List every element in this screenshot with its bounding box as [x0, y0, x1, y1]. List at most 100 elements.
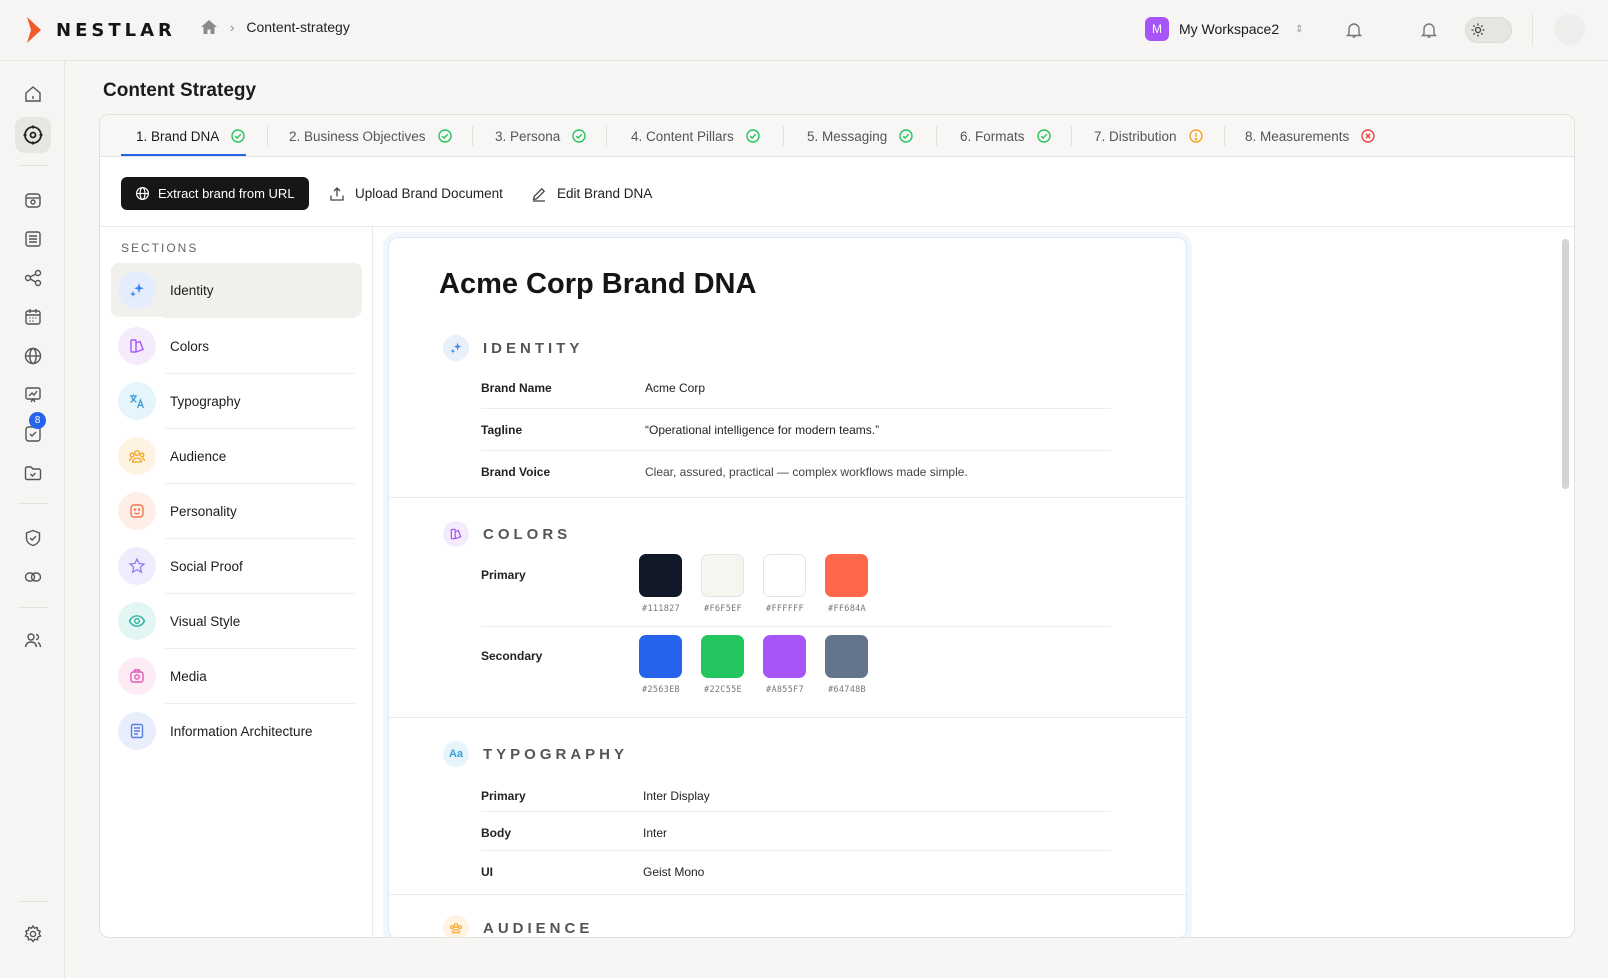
divider — [606, 126, 607, 146]
rail-home[interactable] — [15, 76, 51, 112]
section-title: COLORS — [483, 525, 572, 543]
tab-messaging[interactable]: 5. Messaging — [807, 115, 913, 157]
translate-icon — [118, 382, 156, 420]
home-icon[interactable] — [200, 19, 218, 35]
divider — [18, 901, 48, 902]
palette-icon — [118, 327, 156, 365]
color-swatch[interactable] — [825, 635, 868, 678]
users-icon — [24, 633, 42, 648]
tab-formats[interactable]: 6. Formats — [960, 115, 1051, 157]
camera-icon — [118, 657, 156, 695]
identity-section-header: IDENTITY — [443, 335, 583, 361]
color-swatch[interactable] — [763, 554, 806, 597]
smile-icon — [118, 492, 156, 530]
home-outline-icon — [25, 86, 41, 102]
color-swatch[interactable] — [701, 635, 744, 678]
calendar-icon — [25, 309, 41, 325]
divider — [267, 126, 268, 146]
rail-compliance[interactable] — [15, 520, 51, 556]
section-item-identity[interactable]: Identity — [111, 263, 362, 317]
rail-team[interactable] — [15, 622, 51, 658]
rail-documents[interactable] — [15, 221, 51, 257]
check-circle-icon — [899, 129, 913, 143]
eye-icon — [118, 602, 156, 640]
divider — [936, 126, 937, 146]
chevron-updown-icon: ⇕ — [1295, 23, 1304, 35]
rail-workflows[interactable] — [15, 260, 51, 296]
section-item-media[interactable]: Media — [111, 649, 362, 703]
rail-analytics[interactable] — [15, 377, 51, 413]
divider — [481, 408, 1111, 409]
logo[interactable]: NESTLAR — [24, 16, 176, 44]
primary-colors-label: Primary — [481, 568, 526, 582]
rail-integrations[interactable] — [15, 559, 51, 595]
font-icon: Aa — [443, 741, 469, 767]
rail-content-strategy[interactable] — [15, 117, 51, 153]
workspace-name: My Workspace2 — [1179, 21, 1280, 37]
check-circle-icon — [1036, 129, 1051, 143]
color-hex-label: #2563EB — [642, 685, 680, 695]
section-item-colors[interactable]: Colors — [111, 319, 362, 373]
color-swatch[interactable] — [639, 554, 682, 597]
section-item-personality[interactable]: Personality — [111, 484, 362, 538]
color-swatch[interactable] — [639, 635, 682, 678]
theme-toggle[interactable] — [1465, 17, 1512, 43]
bell-icon[interactable] — [1343, 19, 1365, 41]
color-hex-label: #FF684A — [828, 604, 866, 614]
share-nodes-icon — [24, 269, 42, 287]
warning-circle-icon — [1188, 129, 1203, 143]
tab-label: 2. Business Objectives — [289, 128, 426, 144]
link-icon — [24, 572, 42, 582]
notification-badge: 8 — [29, 412, 46, 429]
section-item-visual-style[interactable]: Visual Style — [111, 594, 362, 648]
section-item-audience[interactable]: Audience — [111, 429, 362, 483]
rail-assets[interactable] — [15, 182, 51, 218]
rail-inbox[interactable]: 8 — [15, 412, 51, 452]
tab-business-objectives[interactable]: 2. Business Objectives — [289, 115, 452, 157]
extract-brand-label: Extract brand from URL — [158, 186, 295, 201]
palette-icon — [443, 521, 469, 547]
user-avatar[interactable] — [1554, 14, 1585, 45]
color-swatch[interactable] — [763, 635, 806, 678]
tab-measurements[interactable]: 8. Measurements — [1245, 115, 1375, 157]
tab-label: 5. Messaging — [807, 128, 888, 144]
scrollbar-thumb[interactable] — [1562, 239, 1569, 489]
secondary-colors-label: Secondary — [481, 649, 543, 663]
presentation-chart-icon — [25, 387, 41, 403]
sparkle-icon — [118, 271, 156, 309]
rail-folders[interactable] — [15, 455, 51, 491]
divider — [18, 607, 48, 608]
rail-web[interactable] — [15, 338, 51, 374]
shield-check-icon — [25, 529, 41, 547]
tab-persona[interactable]: 3. Persona — [495, 115, 586, 157]
star-icon — [118, 547, 156, 585]
check-circle-icon — [231, 129, 245, 143]
notifications-icon[interactable] — [1418, 19, 1440, 41]
section-item-label: Typography — [170, 393, 241, 409]
section-item-information-architecture[interactable]: Information Architecture — [111, 704, 362, 758]
divider — [389, 894, 1186, 895]
step-tabs: 1. Brand DNA 2. Business Objectives 3. P… — [100, 115, 1574, 157]
sections-heading: SECTIONS — [121, 241, 199, 255]
field-label: UI — [481, 865, 493, 879]
color-swatch[interactable] — [701, 554, 744, 597]
edit-brand-dna-button[interactable]: Edit Brand DNA — [531, 177, 652, 210]
upload-document-button[interactable]: Upload Brand Document — [329, 177, 503, 210]
section-item-social-proof[interactable]: Social Proof — [111, 539, 362, 593]
field-value: “Operational intelligence for modern tea… — [645, 423, 880, 437]
tab-label: 3. Persona — [495, 128, 561, 144]
color-swatch[interactable] — [825, 554, 868, 597]
section-item-label: Colors — [170, 338, 210, 354]
field-value: Acme Corp — [645, 381, 706, 395]
chevron-right-icon: › — [230, 19, 235, 35]
divider — [481, 850, 1111, 851]
tab-content-pillars[interactable]: 4. Content Pillars — [631, 115, 760, 157]
tab-brand-dna[interactable]: 1. Brand DNA — [136, 115, 245, 157]
tab-distribution[interactable]: 7. Distribution — [1094, 115, 1203, 157]
rail-calendar[interactable] — [15, 299, 51, 335]
rail-settings[interactable] — [15, 916, 51, 952]
tab-label: 4. Content Pillars — [631, 128, 734, 144]
extract-brand-button[interactable]: Extract brand from URL — [121, 177, 309, 210]
workspace-switcher[interactable]: M My Workspace2 ⇕ — [1145, 17, 1304, 41]
section-item-typography[interactable]: Typography — [111, 374, 362, 428]
